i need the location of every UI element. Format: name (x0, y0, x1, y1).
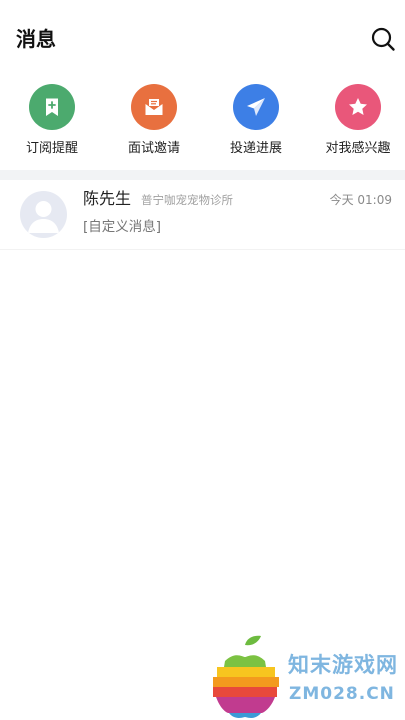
sender-company: 普宁咖宠宠物诊所 (141, 193, 233, 207)
quick-action-label: 面试邀请 (127, 141, 180, 156)
default-avatar-icon (20, 191, 67, 238)
search-button[interactable] (370, 26, 396, 52)
quick-action-label: 订阅提醒 (25, 141, 78, 156)
bookmark-plus-icon (29, 84, 75, 130)
quick-action-label: 对我感兴趣 (325, 141, 391, 156)
interview-invite-button[interactable]: 面试邀请 (109, 84, 199, 164)
watermark-url: ZM028.CN (289, 684, 395, 704)
page-title: 消息 (16, 27, 56, 51)
subscription-reminder-button[interactable]: 订阅提醒 (7, 84, 97, 164)
header: 消息 (0, 0, 405, 78)
application-progress-button[interactable]: 投递进展 (211, 84, 301, 164)
interested-in-me-button[interactable]: 对我感兴趣 (313, 84, 403, 164)
conversation-item[interactable]: 陈先生 普宁咖宠宠物诊所 今天 01:09 [自定义消息] (0, 180, 405, 250)
section-divider (0, 170, 405, 180)
search-icon (371, 27, 395, 51)
message-preview: [自定义消息] (83, 219, 162, 235)
watermark: 知末游戏网 ZM028.CN (205, 633, 405, 720)
watermark-title: 知末游戏网 (288, 653, 398, 677)
quick-action-label: 投递进展 (229, 141, 282, 156)
quick-actions: 订阅提醒 面试邀请 投递进展 对我感兴趣 (0, 84, 405, 164)
message-time: 今天 01:09 (329, 193, 392, 207)
star-icon (335, 84, 381, 130)
envelope-icon (131, 84, 177, 130)
list-divider (0, 249, 405, 250)
sender-name: 陈先生 (83, 189, 132, 208)
paper-plane-icon (233, 84, 279, 130)
apple-logo-icon (213, 635, 279, 718)
